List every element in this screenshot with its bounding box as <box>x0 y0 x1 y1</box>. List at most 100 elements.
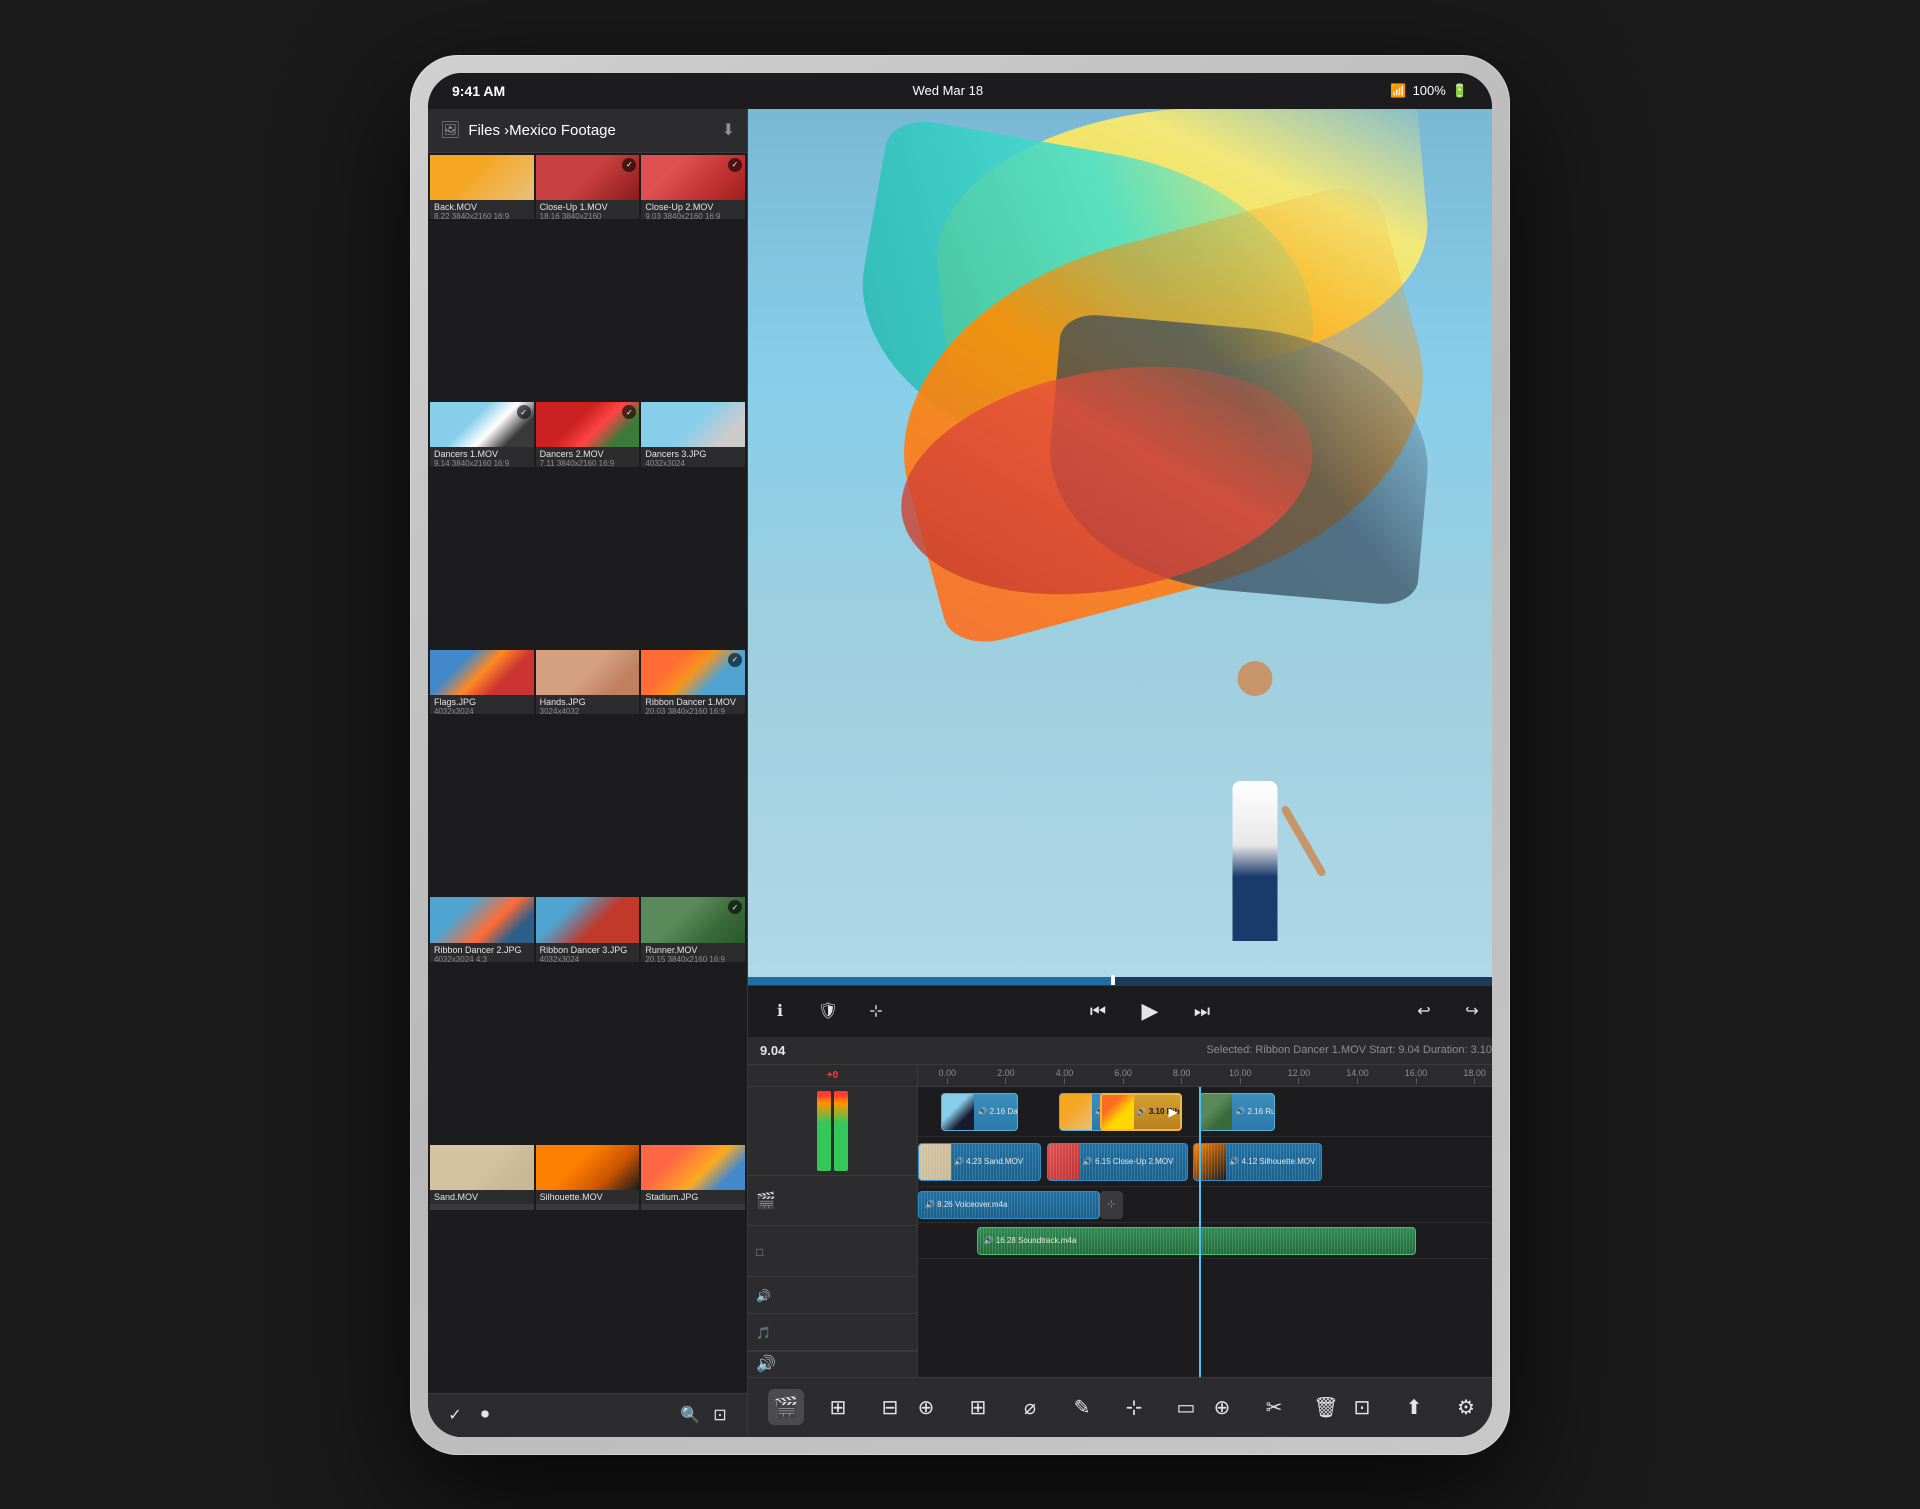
list-item[interactable]: ✓ Dancers 1.MOV 9.14 3840x2160 16:9 <box>430 402 534 467</box>
clip-gap[interactable]: ⊹ <box>1100 1191 1123 1219</box>
cut-button[interactable]: ✂ <box>1256 1389 1292 1425</box>
clip-soundtrack[interactable]: 🔊 16.28 Soundtrack.m4a <box>977 1227 1417 1255</box>
transport-controls: ℹ 🛡 ⊹ ⏮ ▶ ⏭ ↩ ↪ <box>748 985 1492 1037</box>
list-item[interactable]: Ribbon Dancer 3.JPG 4032x3024 <box>536 897 640 962</box>
media-thumbnail: ✓ <box>536 402 640 447</box>
soundtrack-track-row: 🔊 16.28 Soundtrack.m4a <box>918 1223 1492 1259</box>
clip-silhouette[interactable]: 🔊 4.12 Silhouette.MOV <box>1193 1143 1322 1181</box>
list-item[interactable]: Hands.JPG 3024x4032 <box>536 650 640 715</box>
bottom-toolbar: 🎬 ⊞ ⊟ ⊕ ⊞ ⌀ ✎ ⊹ ▭ ⊕ ✂ <box>748 1377 1492 1437</box>
media-item-name: Back.MOV <box>434 202 530 212</box>
redo-icon[interactable]: ↪ <box>1456 995 1488 1027</box>
clip-closeup2[interactable]: 🔊 6.15 Close-Up 2.MOV <box>1047 1143 1188 1181</box>
list-item[interactable]: Flags.JPG 4032x3024 <box>430 650 534 715</box>
speaker-icon[interactable]: 🔊 <box>756 1354 776 1374</box>
media-thumbnail: ✓ <box>641 155 745 200</box>
clip-dancers1[interactable]: 🔊 2.16 Dancers 1 <box>941 1093 1017 1131</box>
ruler-mark-6: 6.00 <box>1094 1065 1153 1084</box>
keyframe-button[interactable]: ⊹ <box>1116 1389 1152 1425</box>
dancer-body <box>1233 781 1278 941</box>
media-item-meta: 18.16 3840x2160 <box>540 212 636 219</box>
pen-button[interactable]: ✎ <box>1064 1389 1100 1425</box>
share-button[interactable]: ⬆ <box>1396 1389 1432 1425</box>
checkmark-done-icon[interactable]: ✓ <box>440 1400 470 1430</box>
media-item-name: Close-Up 2.MOV <box>645 202 741 212</box>
video-scrubber-progress <box>748 977 1111 985</box>
search-icon[interactable]: 🔍 <box>675 1400 705 1430</box>
clip-voiceover[interactable]: 🔊 8.26 Voiceover.m4a <box>918 1191 1100 1219</box>
list-item[interactable]: Ribbon Dancer 2.JPG 4032x3024 4:3 <box>430 897 534 962</box>
media-thumbnail: ✓ <box>641 650 745 695</box>
video-scrubber-handle[interactable] <box>1111 975 1115 985</box>
add-button[interactable]: ⊕ <box>1204 1389 1240 1425</box>
shield-icon[interactable]: 🛡 <box>812 995 844 1027</box>
connect-button[interactable]: ⌀ <box>1012 1389 1048 1425</box>
ipad-screen: 9:41 AM Wed Mar 18 📶 100% 🔋 🖼 Files ›Mex… <box>428 73 1492 1437</box>
export-button[interactable]: ⊡ <box>1344 1389 1380 1425</box>
media-thumbnail <box>641 1145 745 1190</box>
list-item[interactable]: ✓ Ribbon Dancer 1.MOV 20.03 3840x2160 16… <box>641 650 745 715</box>
ruler-mark-16: 16.00 <box>1387 1065 1446 1084</box>
list-item[interactable]: Sand.MOV <box>430 1145 534 1210</box>
list-item[interactable]: Silhouette.MOV <box>536 1145 640 1210</box>
level-meter-left <box>817 1091 831 1171</box>
level-indicator: +0 <box>827 1070 838 1081</box>
info-icon[interactable]: ℹ <box>764 995 796 1027</box>
wifi-icon: 📶 <box>1390 83 1406 99</box>
track-area: 🔊 2.16 Dancers 1 🔊 2.14 Back.MO <box>918 1087 1492 1377</box>
checkmark-icon: ✓ <box>517 405 531 419</box>
media-thumbnail: ✓ <box>641 897 745 942</box>
media-item-name: Runner.MOV <box>645 945 741 955</box>
adjust-icon[interactable]: ⊹ <box>860 995 892 1027</box>
video-scrubber-track[interactable] <box>748 977 1492 985</box>
video-b-track-label: 🎬 <box>748 1176 917 1226</box>
music-icon: 🎵 <box>756 1326 771 1340</box>
media-grid: Back.MOV 8.22 3840x2160 16:9 ✓ Close-Up … <box>428 153 747 1393</box>
settings-button[interactable]: ⚙ <box>1448 1389 1484 1425</box>
media-item-name: Dancers 1.MOV <box>434 449 530 459</box>
media-item-name: Dancers 3.JPG <box>645 449 741 459</box>
list-item[interactable]: ✓ Runner.MOV 20.15 3840x2160 16:9 <box>641 897 745 962</box>
dancer-figure <box>1195 661 1315 941</box>
list-item[interactable]: ✓ Close-Up 2.MOV 9.03 3840x2160 16:9 <box>641 155 745 220</box>
clip-ribbon-dancer-selected[interactable]: 🔊 3.10 Ribbon Dancer 1.M ▶ <box>1100 1093 1182 1131</box>
inspector-button[interactable]: ⊞ <box>820 1389 856 1425</box>
clip-runner[interactable]: 🔊 2.16 Runner.MC <box>1199 1093 1275 1131</box>
volume-control-row: 🔊 <box>748 1351 917 1376</box>
clip-sand[interactable]: 🔊 4.23 Sand.MOV <box>918 1143 1041 1181</box>
level-meter-right <box>834 1091 848 1171</box>
media-browser: 🖼 Files ›Mexico Footage ⬇ Back.MOV 8.22 … <box>428 109 748 1437</box>
media-thumbnail <box>430 1145 534 1190</box>
timeline-tracks-area: 0.00 2.00 4.00 6.00 8.00 10.00 12.00 14.… <box>918 1065 1492 1377</box>
checkmark-icon: ✓ <box>728 158 742 172</box>
skip-forward-button[interactable]: ⏭ <box>1186 995 1218 1027</box>
delete-button[interactable]: 🗑 <box>1308 1389 1344 1425</box>
clip-label-dancers1: 🔊 2.16 Dancers 1 <box>974 1107 1017 1116</box>
undo-icon[interactable]: ↩ <box>1408 995 1440 1027</box>
list-item[interactable]: ✓ Close-Up 1.MOV 18.16 3840x2160 <box>536 155 640 220</box>
skip-back-button[interactable]: ⏮ <box>1082 995 1114 1027</box>
photos-icon: 🖼 <box>440 120 460 140</box>
timeline-view-button[interactable]: 🎬 <box>768 1389 804 1425</box>
video-preview <box>748 109 1492 985</box>
add-clip-button[interactable]: ⊕ <box>908 1389 944 1425</box>
media-item-meta: 8.22 3840x2160 16:9 <box>434 212 530 219</box>
timeline-ruler: 0.00 2.00 4.00 6.00 8.00 10.00 12.00 14.… <box>918 1065 1492 1087</box>
waveform-silhouette <box>1194 1144 1321 1180</box>
toolbar-far-right-group: ⊡ ⬆ ⚙ <box>1344 1389 1484 1425</box>
ruler-mark-18: 18.00 <box>1445 1065 1492 1084</box>
filter-icon[interactable]: ⊡ <box>705 1400 735 1430</box>
zoom-button[interactable]: ⊟ <box>872 1389 908 1425</box>
list-item[interactable]: ✓ Dancers 2.MOV 7.11 3840x2160 16:9 <box>536 402 640 467</box>
toolbar-center-group: ⊕ ⊞ ⌀ ✎ ⊹ ▭ <box>908 1389 1204 1425</box>
list-item[interactable]: Stadium.JPG <box>641 1145 745 1210</box>
b-roll-track-row: 🔊 2.16 Dancers 1 🔊 2.14 Back.MO <box>918 1087 1492 1137</box>
add-transition-button[interactable]: ⊞ <box>960 1389 996 1425</box>
list-item[interactable]: Dancers 3.JPG 4032x3024 <box>641 402 745 467</box>
list-item[interactable]: Back.MOV 8.22 3840x2160 16:9 <box>430 155 534 220</box>
crop-button[interactable]: ▭ <box>1168 1389 1204 1425</box>
record-icon[interactable]: ⏺ <box>470 1400 500 1430</box>
ruler-mark-4: 4.00 <box>1035 1065 1094 1084</box>
play-button[interactable]: ▶ <box>1134 995 1166 1027</box>
import-icon[interactable]: ⬇ <box>722 120 735 140</box>
